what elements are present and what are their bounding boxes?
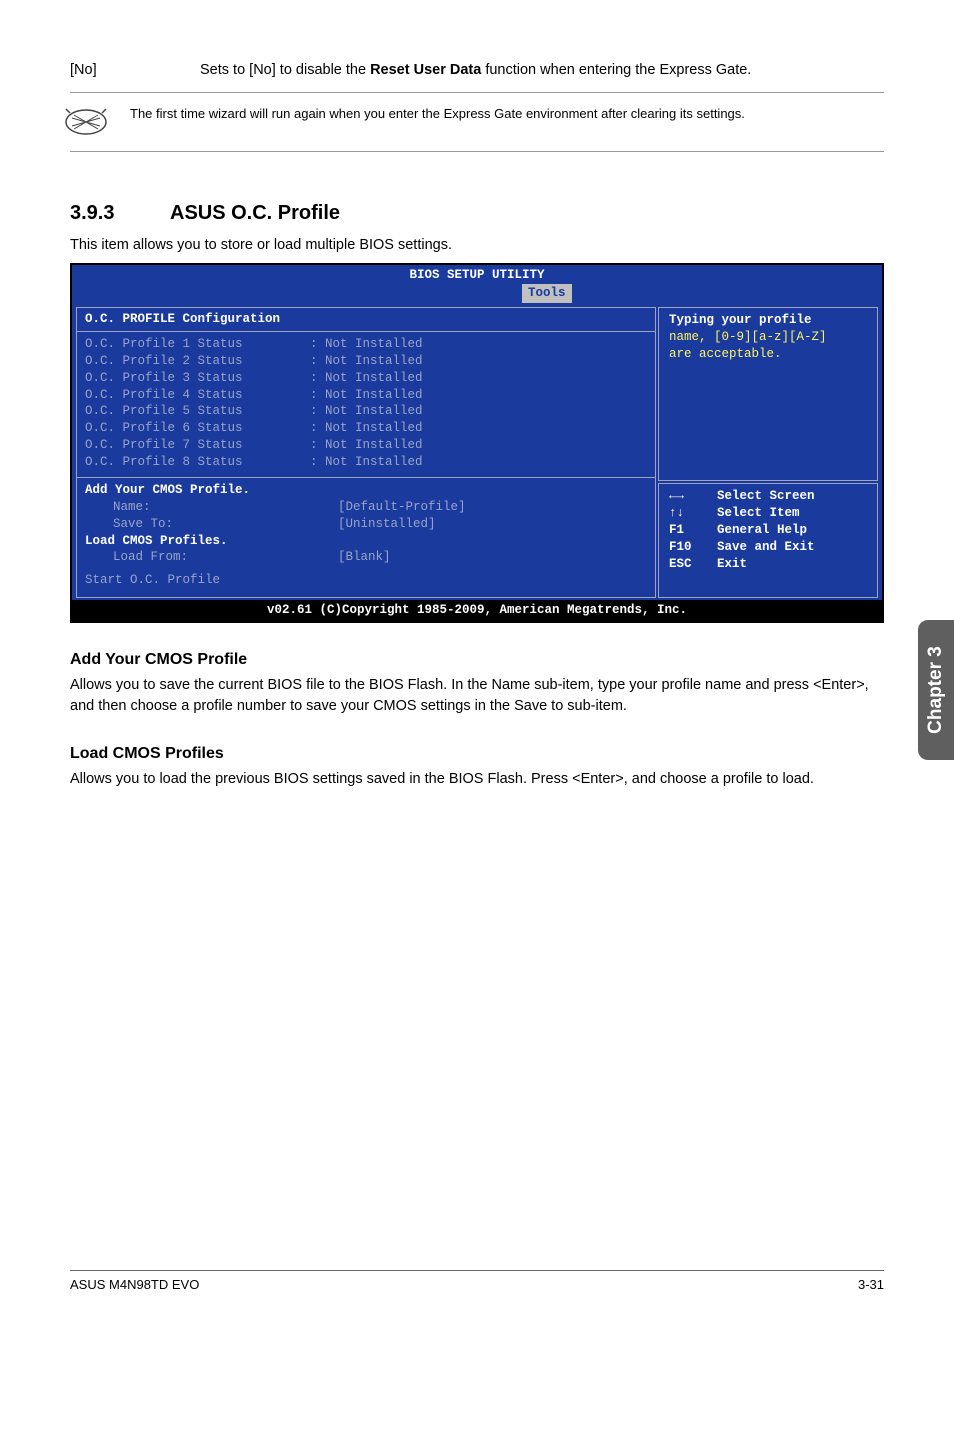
name-label: Name: (85, 499, 338, 516)
help-line: name, [0-9][a-z][A-Z] (669, 329, 869, 346)
subhead-add-profile: Add Your CMOS Profile (70, 651, 884, 669)
section-number: 3.9.3 (70, 202, 170, 225)
profile-row: O.C. Profile 6 Status: Not Installed (85, 420, 647, 437)
load-value: [Blank] (338, 549, 391, 566)
subhead-load-profiles: Load CMOS Profiles (70, 745, 884, 763)
top-note-bold: Reset User Data (370, 62, 481, 78)
profile-label: O.C. Profile 6 Status (85, 420, 310, 437)
key-row: F1General Help (669, 522, 869, 539)
body-add-profile: Allows you to save the current BIOS file… (70, 675, 884, 717)
bios-key-pane: ←→Select Screen ↑↓Select Item F1General … (658, 483, 878, 598)
name-value: [Default-Profile] (338, 499, 466, 516)
key-d: General Help (717, 522, 807, 539)
profile-value: : Not Installed (310, 403, 423, 420)
key-k: F10 (669, 539, 717, 556)
config-title: O.C. PROFILE Configuration (77, 311, 655, 332)
key-d: Select Item (717, 505, 800, 522)
bios-copyright: v02.61 (C)Copyright 1985-2009, American … (72, 600, 882, 621)
profile-value: : Not Installed (310, 336, 423, 353)
profile-value: : Not Installed (310, 370, 423, 387)
key-d: Save and Exit (717, 539, 815, 556)
help-line: are acceptable. (669, 346, 869, 363)
bios-title: BIOS SETUP UTILITY (72, 265, 882, 284)
profile-value: : Not Installed (310, 420, 423, 437)
section-heading: 3.9.3ASUS O.C. Profile (70, 202, 884, 225)
save-row[interactable]: Save To:[Uninstalled] (85, 516, 647, 533)
profile-label: O.C. Profile 5 Status (85, 403, 310, 420)
profile-value: : Not Installed (310, 387, 423, 404)
load-profiles-title: Load CMOS Profiles. (85, 533, 647, 550)
profile-row: O.C. Profile 3 Status: Not Installed (85, 370, 647, 387)
name-row[interactable]: Name:[Default-Profile] (85, 499, 647, 516)
bios-window: BIOS SETUP UTILITY Tools O.C. PROFILE Co… (70, 263, 884, 623)
section-title: ASUS O.C. Profile (170, 202, 340, 224)
profile-row: O.C. Profile 8 Status: Not Installed (85, 454, 647, 471)
bios-left-pane: O.C. PROFILE Configuration O.C. Profile … (76, 307, 656, 598)
top-note-text: Sets to [No] to disable the Reset User D… (200, 60, 884, 80)
footer-right: 3-31 (858, 1277, 884, 1292)
tab-tools[interactable]: Tools (522, 284, 572, 303)
key-row: ↑↓Select Item (669, 505, 869, 522)
profile-row: O.C. Profile 4 Status: Not Installed (85, 387, 647, 404)
profile-value: : Not Installed (310, 437, 423, 454)
key-k: ←→ (669, 488, 717, 505)
profile-value: : Not Installed (310, 454, 423, 471)
top-note-label: [No] (70, 60, 200, 80)
profile-label: O.C. Profile 7 Status (85, 437, 310, 454)
help-header: Typing your profile (669, 312, 869, 329)
profile-label: O.C. Profile 8 Status (85, 454, 310, 471)
body-load-profiles: Allows you to load the previous BIOS set… (70, 769, 884, 790)
info-text: The first time wizard will run again whe… (130, 103, 745, 123)
profile-label: O.C. Profile 3 Status (85, 370, 310, 387)
profile-label: O.C. Profile 2 Status (85, 353, 310, 370)
page-footer: ASUS M4N98TD EVO 3-31 (70, 1270, 884, 1312)
start-profile[interactable]: Start O.C. Profile (85, 572, 647, 589)
profile-row: O.C. Profile 1 Status: Not Installed (85, 336, 647, 353)
profile-row: O.C. Profile 7 Status: Not Installed (85, 437, 647, 454)
top-note-before: Sets to [No] to disable the (200, 62, 370, 78)
note-icon (64, 103, 108, 141)
profile-label: O.C. Profile 1 Status (85, 336, 310, 353)
add-profile-title: Add Your CMOS Profile. (85, 482, 647, 499)
profile-label: O.C. Profile 4 Status (85, 387, 310, 404)
key-k: F1 (669, 522, 717, 539)
key-row: ←→Select Screen (669, 488, 869, 505)
key-d: Exit (717, 556, 747, 573)
key-k: ↑↓ (669, 505, 717, 522)
key-row: ESCExit (669, 556, 869, 573)
load-label: Load From: (85, 549, 338, 566)
top-note: [No] Sets to [No] to disable the Reset U… (70, 60, 884, 80)
intro-text: This item allows you to store or load mu… (70, 237, 884, 253)
save-value: [Uninstalled] (338, 516, 436, 533)
key-row: F10Save and Exit (669, 539, 869, 556)
top-note-after: function when entering the Express Gate. (481, 62, 751, 78)
profile-row: O.C. Profile 2 Status: Not Installed (85, 353, 647, 370)
chapter-tab: Chapter 3 (918, 620, 954, 760)
profile-value: : Not Installed (310, 353, 423, 370)
load-row[interactable]: Load From:[Blank] (85, 549, 647, 566)
profile-row: O.C. Profile 5 Status: Not Installed (85, 403, 647, 420)
key-d: Select Screen (717, 488, 815, 505)
bios-tab-bar: Tools (72, 284, 882, 305)
key-k: ESC (669, 556, 717, 573)
bios-help-pane: Typing your profile name, [0-9][a-z][A-Z… (658, 307, 878, 481)
info-box: The first time wizard will run again whe… (70, 92, 884, 152)
chapter-tab-label: Chapter 3 (925, 646, 947, 734)
footer-left: ASUS M4N98TD EVO (70, 1277, 199, 1292)
save-label: Save To: (85, 516, 338, 533)
